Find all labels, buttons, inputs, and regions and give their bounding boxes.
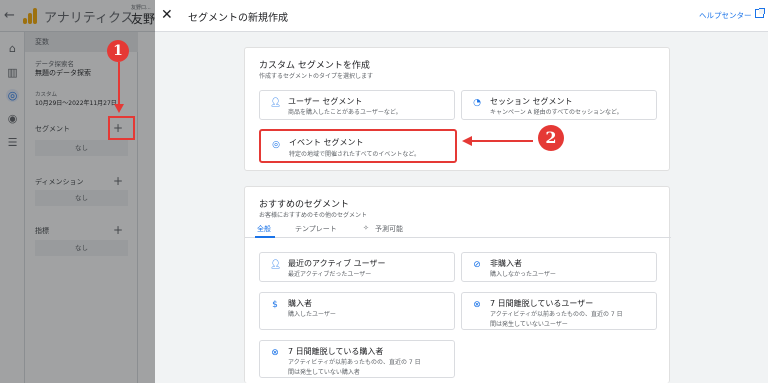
custom-segment-card: カスタム セグメントを作成 作成するセグメントのタイプを選択します 👤︎ ユーザ… (244, 47, 670, 171)
item-title: 最近のアクティブ ユーザー (288, 259, 386, 268)
predictive-icon: ✧ (363, 224, 369, 232)
suggested-subtitle: お客様におすすめのその他のセグメント (259, 212, 368, 219)
dialog-header: ✕ セグメントの新規作成 ヘルプセンター (155, 0, 768, 32)
option-desc: 商品を購入したことがあるユーザーなど。 (288, 109, 402, 116)
item-title: 7 日間離脱している購入者 (288, 347, 384, 356)
item-desc: 最近アクティブだったユーザー (288, 271, 372, 278)
tab-general[interactable]: 全般 (257, 224, 271, 234)
suggested-tabs: 全般 テンプレート ✧ 予測可能 (245, 222, 671, 238)
step-1-arrow-head (114, 104, 124, 113)
option-title: イベント セグメント (289, 138, 364, 147)
event-segment-option[interactable]: ◎ イベント セグメント 特定の地域で開催されたすべてのイベントなど。 (259, 129, 457, 163)
person-icon: 👤︎ (270, 98, 282, 108)
item-desc-2: 間は発生していないユーザー (490, 321, 568, 328)
churn-icon: ⊗ (473, 300, 481, 310)
step-2-badge: 2 (538, 125, 564, 151)
help-center-link[interactable]: ヘルプセンター (699, 10, 752, 21)
item-title: 購入者 (288, 299, 312, 308)
event-icon: ◎ (272, 140, 280, 150)
suggested-segments-card: おすすめのセグメント お客様におすすめのその他のセグメント 全般 テンプレート … (244, 186, 671, 383)
custom-segment-title: カスタム セグメントを作成 (259, 61, 370, 71)
option-title: ユーザー セグメント (288, 97, 363, 106)
close-icon[interactable]: ✕ (161, 7, 173, 23)
suggested-title: おすすめのセグメント (259, 200, 350, 210)
session-segment-option[interactable]: ◔ セッション セグメント キャンペーン A 経由のすべてのセッションなど。 (461, 90, 657, 120)
dollar-icon: $ (272, 300, 278, 310)
session-icon: ◔ (473, 98, 481, 108)
suggested-item-7day-churn-purchasers[interactable]: ⊗ 7 日間離脱している購入者 アクティビティが以前あったものの、直近の 7 日… (259, 340, 455, 378)
item-title: 非購入者 (490, 259, 522, 268)
open-in-new-icon[interactable] (755, 8, 765, 18)
tab-templates[interactable]: テンプレート (295, 224, 337, 234)
option-desc: 特定の地域で開催されたすべてのイベントなど。 (289, 151, 421, 158)
suggested-item-recent-active[interactable]: 👤︎ 最近のアクティブ ユーザー 最近アクティブだったユーザー (259, 252, 455, 282)
item-desc: アクティビティが以前あったものの、直近の 7 日 (288, 359, 421, 366)
suggested-item-purchasers[interactable]: $ 購入者 購入したユーザー (259, 292, 455, 330)
step-1-badge: 1 (107, 40, 129, 62)
item-desc: アクティビティが以前あったものの、直近の 7 日 (490, 311, 623, 318)
dialog-title: セグメントの新規作成 (188, 13, 288, 24)
step-2-arrow (471, 140, 533, 142)
suggested-item-non-purchasers[interactable]: ⊘ 非購入者 購入しなかったユーザー (461, 252, 657, 282)
tab-predictive[interactable]: 予測可能 (375, 224, 403, 234)
step-2-arrow-head (462, 136, 472, 146)
item-desc: 購入しなかったユーザー (490, 271, 556, 278)
option-desc: キャンペーン A 経由のすべてのセッションなど。 (490, 109, 623, 116)
no-purchase-icon: ⊘ (473, 260, 481, 270)
item-title: 7 日間離脱しているユーザー (490, 299, 594, 308)
modal-scrim-top[interactable] (0, 0, 155, 32)
new-segment-dialog: ✕ セグメントの新規作成 ヘルプセンター カスタム セグメントを作成 作成するセ… (155, 0, 768, 383)
person-icon: 👤︎ (270, 260, 282, 270)
suggested-item-7day-churn-users[interactable]: ⊗ 7 日間離脱しているユーザー アクティビティが以前あったものの、直近の 7 … (461, 292, 657, 330)
user-segment-option[interactable]: 👤︎ ユーザー セグメント 商品を購入したことがあるユーザーなど。 (259, 90, 455, 120)
churn-icon: ⊗ (271, 348, 279, 358)
option-title: セッション セグメント (490, 97, 573, 106)
item-desc-2: 間は発生していない購入者 (288, 369, 360, 376)
custom-segment-subtitle: 作成するセグメントのタイプを選択します (259, 73, 374, 80)
step-1-arrow (118, 62, 120, 106)
active-tab-indicator (255, 236, 275, 238)
highlight-add-segment (108, 116, 135, 140)
item-desc: 購入したユーザー (288, 311, 336, 318)
